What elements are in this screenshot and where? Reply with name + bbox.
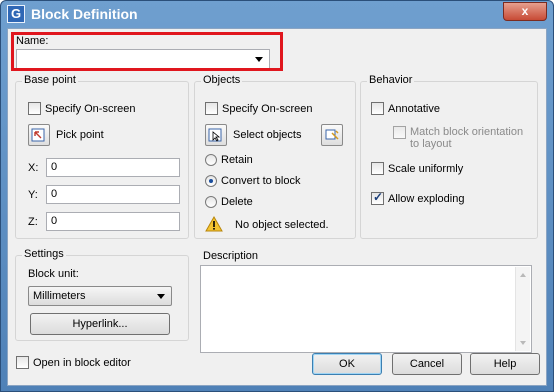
block-unit-value: Millimeters [33, 290, 86, 302]
hyperlink-button[interactable]: Hyperlink... [30, 313, 170, 335]
chevron-down-icon[interactable] [157, 294, 165, 299]
open-in-block-editor-checkbox[interactable]: Open in block editor [16, 356, 131, 369]
match-orientation-checkbox: Match block orientation to layout [393, 126, 523, 150]
checkbox-box[interactable] [16, 356, 29, 369]
x-input[interactable]: 0 [46, 158, 180, 177]
allow-exploding-checkbox[interactable]: Allow exploding [371, 190, 465, 205]
block-definition-window: G Block Definition x Name: Base point Sp… [0, 0, 554, 392]
block-unit-select[interactable]: Millimeters [28, 286, 172, 306]
radio-label: Retain [221, 154, 253, 166]
pick-point-label[interactable]: Pick point [56, 129, 104, 141]
checkbox-box[interactable] [371, 162, 384, 175]
z-input[interactable]: 0 [46, 212, 180, 231]
objects-group: Objects Specify On-screen Select objects [194, 74, 356, 239]
checkbox-label: Scale uniformly [388, 162, 464, 175]
convert-to-block-radio[interactable]: Convert to block [205, 175, 300, 187]
select-objects-label[interactable]: Select objects [233, 129, 301, 141]
radio-label: Convert to block [221, 175, 301, 187]
checkbox-box[interactable] [371, 190, 384, 205]
block-unit-label: Block unit: [28, 268, 79, 280]
cancel-button[interactable]: Cancel [392, 353, 462, 375]
select-objects-button[interactable] [205, 124, 227, 146]
objects-specify-onscreen-checkbox[interactable]: Specify On-screen [205, 102, 312, 115]
checkbox-label: Match block orientation to layout [410, 126, 523, 150]
scroll-down-icon[interactable] [520, 341, 526, 345]
pick-point-icon [31, 128, 45, 142]
help-button[interactable]: Help [470, 353, 540, 375]
checkbox-label: Annotative [388, 102, 440, 115]
checkbox-box[interactable] [371, 102, 384, 115]
checkbox-label: Specify On-screen [45, 102, 136, 115]
objects-status: No object selected. [235, 219, 329, 231]
scale-uniformly-checkbox[interactable]: Scale uniformly [371, 162, 463, 175]
dialog-body: Name: Base point Specify On-screen Pick … [7, 28, 547, 386]
description-textarea[interactable] [200, 265, 532, 353]
description-scrollbar[interactable] [515, 267, 530, 351]
radio-dot[interactable] [205, 196, 217, 208]
title-bar: G Block Definition x [1, 1, 553, 27]
quick-select-button[interactable] [321, 124, 343, 146]
checkbox-label: Specify On-screen [222, 102, 313, 115]
radio-dot[interactable] [205, 175, 217, 187]
base-specify-onscreen-checkbox[interactable]: Specify On-screen [28, 102, 135, 115]
quick-select-icon [325, 129, 339, 140]
warning-icon [205, 216, 223, 232]
base-point-label: Base point [22, 74, 78, 86]
base-point-group: Base point Specify On-screen Pick point … [15, 74, 189, 239]
retain-radio[interactable]: Retain [205, 154, 253, 166]
delete-radio[interactable]: Delete [205, 196, 253, 208]
radio-dot[interactable] [205, 154, 217, 166]
settings-group: Settings Block unit: Millimeters Hyperli… [15, 248, 189, 341]
checkbox-label: Allow exploding [388, 192, 465, 205]
pick-point-button[interactable] [28, 124, 50, 146]
radio-label: Delete [221, 196, 253, 208]
behavior-label: Behavior [367, 74, 415, 86]
annotative-checkbox[interactable]: Annotative [371, 102, 440, 115]
checkbox-label: Open in block editor [33, 356, 131, 369]
match-orientation-line1: Match block orientation [410, 126, 524, 138]
ok-button[interactable]: OK [312, 353, 382, 375]
z-label: Z: [28, 216, 38, 228]
window-title: Block Definition [31, 6, 138, 22]
close-button[interactable]: x [503, 2, 547, 21]
objects-label: Objects [201, 74, 243, 86]
app-icon: G [7, 5, 25, 23]
scroll-up-icon[interactable] [520, 273, 526, 277]
select-objects-icon [208, 128, 222, 142]
checkbox-box[interactable] [205, 102, 218, 115]
y-label: Y: [28, 189, 38, 201]
behavior-group: Behavior Annotative Match block orientat… [360, 74, 538, 239]
name-highlight-box [11, 32, 283, 71]
checkbox-box [393, 126, 406, 139]
description-group [194, 255, 538, 353]
y-input[interactable]: 0 [46, 185, 180, 204]
checkbox-box[interactable] [28, 102, 41, 115]
match-orientation-line2: to layout [410, 138, 452, 150]
x-label: X: [28, 162, 39, 174]
settings-label: Settings [22, 248, 66, 260]
